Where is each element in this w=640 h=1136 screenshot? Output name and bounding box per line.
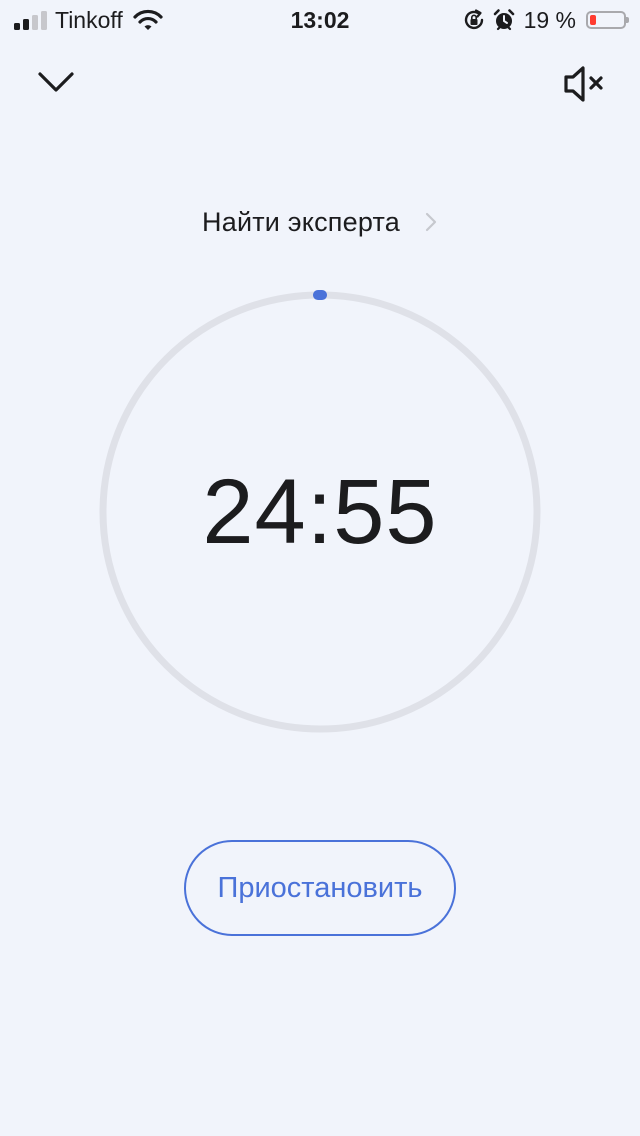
- speaker-muted-icon: [564, 66, 603, 102]
- status-right: 19 %: [462, 6, 629, 34]
- find-expert-label: Найти эксперта: [202, 206, 400, 237]
- alarm-icon: [493, 9, 514, 31]
- pause-button[interactable]: Приостановить: [184, 840, 456, 936]
- orientation-lock-icon: [464, 9, 483, 30]
- battery-icon: [586, 11, 629, 29]
- collapse-button[interactable]: [34, 64, 78, 100]
- find-expert-link[interactable]: Найти эксперта: [0, 202, 640, 242]
- battery-level: [590, 15, 596, 25]
- status-bar: Tinkoff 13:02 19 %: [0, 0, 640, 40]
- chevron-down-icon: [38, 72, 74, 92]
- mute-button[interactable]: [560, 62, 608, 106]
- chevron-right-icon: [425, 212, 437, 232]
- timer-countdown: 24:55: [202, 461, 438, 563]
- battery-percent: 19 %: [523, 6, 576, 33]
